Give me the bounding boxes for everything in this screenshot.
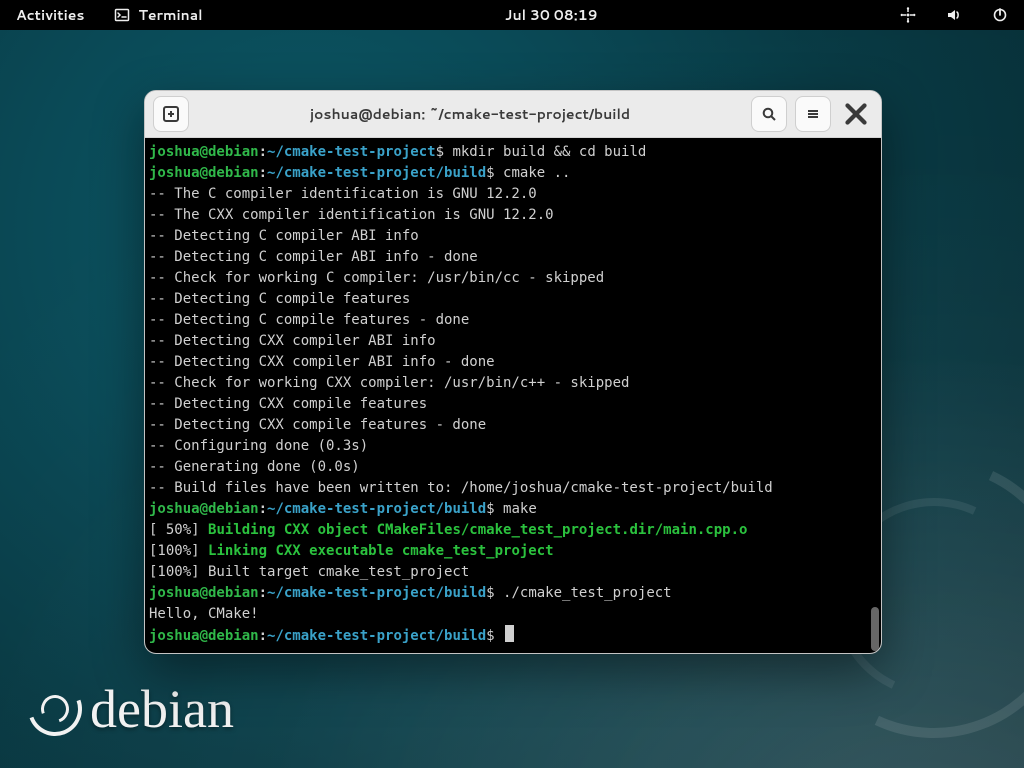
cmake-line: -- Detecting CXX compile features - done: [149, 417, 486, 433]
debian-spiral-icon: [19, 673, 91, 745]
menu-button[interactable]: [795, 96, 831, 132]
volume-status-icon[interactable]: [940, 3, 968, 27]
search-icon: [761, 106, 777, 122]
hamburger-icon: [805, 106, 821, 122]
debian-logo: debian: [28, 678, 234, 740]
cmake-line: -- Configuring done (0.3s): [149, 438, 368, 454]
plus-icon: [163, 106, 179, 122]
terminal-cursor: [505, 625, 514, 642]
window-titlebar[interactable]: joshua@debian: ~/cmake-test-project/buil…: [145, 91, 881, 138]
network-status-icon[interactable]: [894, 3, 922, 27]
terminal-app-icon: [114, 7, 130, 23]
clock-label: Jul 30 08:19: [505, 5, 598, 25]
terminal-output[interactable]: joshua@debian:~/cmake-test-project$ mkdi…: [145, 138, 881, 653]
gnome-topbar: Activities Terminal Jul 30 08:19: [0, 0, 1024, 30]
cmake-line: -- Detecting C compiler ABI info - done: [149, 249, 478, 265]
cmake-line: -- Detecting CXX compiler ABI info - don…: [149, 354, 495, 370]
active-app-label: Terminal: [138, 5, 202, 25]
make-build-line: Building CXX object CMakeFiles/cmake_tes…: [208, 522, 747, 538]
cmake-line: -- Detecting CXX compiler ABI info: [149, 333, 436, 349]
distro-label: debian: [90, 678, 234, 740]
cmake-line: -- The CXX compiler identification is GN…: [149, 207, 554, 223]
cmake-line: -- Detecting C compile features: [149, 291, 410, 307]
power-status-icon[interactable]: [986, 3, 1014, 27]
window-title: joshua@debian: ~/cmake-test-project/buil…: [197, 104, 743, 124]
cmake-line: -- Check for working CXX compiler: /usr/…: [149, 375, 629, 391]
cmd-mkdir: mkdir build && cd build: [452, 144, 646, 160]
terminal-window: joshua@debian: ~/cmake-test-project/buil…: [144, 90, 882, 654]
cmd-make: make: [503, 501, 537, 517]
search-button[interactable]: [751, 96, 787, 132]
close-icon: [839, 97, 873, 131]
program-output: Hello, CMake!: [149, 606, 259, 622]
activities-button[interactable]: Activities: [10, 1, 90, 29]
scrollbar-thumb[interactable]: [871, 607, 879, 651]
cmake-line: -- Generating done (0.0s): [149, 459, 360, 475]
cmake-line: -- Detecting C compiler ABI info: [149, 228, 419, 244]
terminal-scrollbar[interactable]: [871, 148, 879, 651]
cmake-line: -- Build files have been written to: /ho…: [149, 480, 773, 496]
new-tab-button[interactable]: [153, 96, 189, 132]
active-app-button[interactable]: Terminal: [108, 1, 208, 29]
cmake-line: -- Detecting C compile features - done: [149, 312, 469, 328]
cmake-line: -- Detecting CXX compile features: [149, 396, 427, 412]
prompt-user: joshua@debian: [149, 144, 259, 160]
activities-label: Activities: [16, 5, 84, 25]
make-link-line: Linking CXX executable cmake_test_projec…: [208, 543, 554, 559]
prompt-path: ~/cmake-test-project: [267, 144, 436, 160]
make-done-line: [100%] Built target cmake_test_project: [149, 564, 469, 580]
close-button[interactable]: [839, 97, 873, 131]
cmake-line: -- Check for working C compiler: /usr/bi…: [149, 270, 604, 286]
cmd-run: ./cmake_test_project: [503, 585, 672, 601]
clock-button[interactable]: Jul 30 08:19: [499, 1, 604, 29]
cmd-cmake: cmake ..: [503, 165, 570, 181]
cmake-line: -- The C compiler identification is GNU …: [149, 186, 537, 202]
